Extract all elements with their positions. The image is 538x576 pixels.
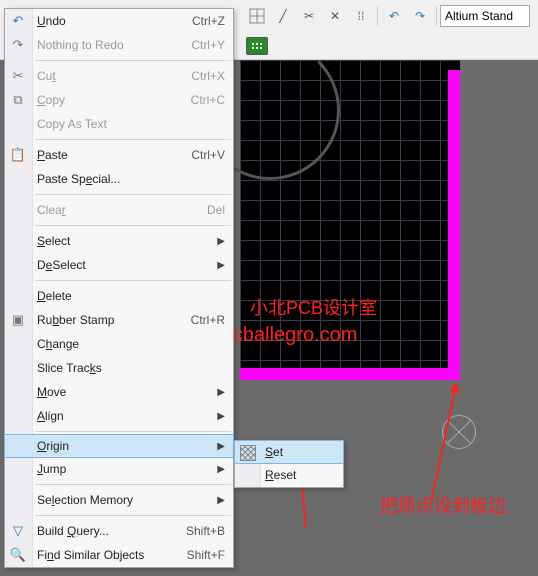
toolbar-row-1: ╱ ✂ ✕ ⁞⁞ ↶ ↷ Altium Stand bbox=[240, 2, 538, 30]
menu-label: Copy bbox=[37, 93, 191, 107]
menu-delete[interactable]: Delete bbox=[5, 284, 233, 308]
menu-paste-special[interactable]: Paste Special... bbox=[5, 167, 233, 191]
menu-label: Origin bbox=[37, 439, 211, 453]
menu-separator bbox=[35, 139, 231, 140]
menu-label: Select bbox=[37, 234, 211, 248]
menu-build-query[interactable]: ▽ Build Query... Shift+B bbox=[5, 519, 233, 543]
edit-context-menu: ↶ Undo Ctrl+Z ↷ Nothing to Redo Ctrl+Y ✂… bbox=[4, 8, 234, 568]
menu-label: Rubber Stamp bbox=[37, 313, 191, 327]
cross-tool-icon[interactable]: ✕ bbox=[323, 4, 347, 28]
menu-label: Cut bbox=[37, 69, 191, 83]
menu-label: Paste bbox=[37, 148, 191, 162]
pcb-outline-right bbox=[448, 70, 460, 380]
menu-origin[interactable]: Origin ▶ bbox=[4, 434, 234, 458]
dots-tool-icon[interactable]: ⁞⁞ bbox=[349, 4, 373, 28]
undo-icon[interactable]: ↶ bbox=[382, 4, 406, 28]
submenu-arrow-icon: ▶ bbox=[211, 236, 225, 247]
menu-slice-tracks[interactable]: Slice Tracks bbox=[5, 356, 233, 380]
menu-select[interactable]: Select ▶ bbox=[5, 229, 233, 253]
menu-shortcut: Ctrl+Y bbox=[191, 38, 225, 52]
menu-label: Set bbox=[265, 445, 335, 459]
menu-label: DeSelect bbox=[37, 258, 211, 272]
menu-clear[interactable]: Clear Del bbox=[5, 198, 233, 222]
style-combo[interactable]: Altium Stand bbox=[440, 5, 530, 27]
menu-shortcut: Del bbox=[207, 203, 225, 217]
funnel-icon: ▽ bbox=[9, 522, 27, 540]
menu-shortcut: Ctrl+V bbox=[191, 148, 225, 162]
menu-undo[interactable]: ↶ Undo Ctrl+Z bbox=[5, 9, 233, 33]
stamp-icon: ▣ bbox=[9, 311, 27, 329]
pcb-outline-bottom bbox=[240, 368, 460, 380]
menu-shortcut: Shift+B bbox=[186, 524, 225, 538]
menu-rubber-stamp[interactable]: ▣ Rubber Stamp Ctrl+R bbox=[5, 308, 233, 332]
menu-label: Move bbox=[37, 385, 211, 399]
menu-shortcut: Shift+F bbox=[187, 548, 225, 562]
copy-icon: ⧉ bbox=[9, 91, 27, 109]
submenu-arrow-icon: ▶ bbox=[211, 441, 225, 452]
redo-icon[interactable]: ↷ bbox=[408, 4, 432, 28]
menu-deselect[interactable]: DeSelect ▶ bbox=[5, 253, 233, 277]
menu-copy-as-text[interactable]: Copy As Text bbox=[5, 112, 233, 136]
menu-change[interactable]: Change bbox=[5, 332, 233, 356]
menu-label: Find Similar Objects bbox=[37, 548, 187, 562]
cut-tool-icon[interactable]: ✂ bbox=[297, 4, 321, 28]
submenu-reset[interactable]: Reset bbox=[235, 463, 343, 487]
menu-copy[interactable]: ⧉ Copy Ctrl+C bbox=[5, 88, 233, 112]
submenu-arrow-icon: ▶ bbox=[211, 464, 225, 475]
menu-label: Paste Special... bbox=[37, 172, 225, 186]
submenu-arrow-icon: ▶ bbox=[211, 495, 225, 506]
menu-separator bbox=[35, 484, 231, 485]
menu-label: Nothing to Redo bbox=[37, 38, 191, 52]
submenu-set[interactable]: Set bbox=[234, 440, 344, 464]
origin-submenu: Set Reset bbox=[234, 440, 344, 488]
menu-separator bbox=[35, 280, 231, 281]
watermark-line1: 小北PCB设计室 bbox=[250, 294, 377, 320]
menu-label: Slice Tracks bbox=[37, 361, 225, 375]
submenu-arrow-icon: ▶ bbox=[211, 387, 225, 398]
line-tool-icon[interactable]: ╱ bbox=[271, 4, 295, 28]
menu-label: Delete bbox=[37, 289, 225, 303]
submenu-arrow-icon: ▶ bbox=[211, 411, 225, 422]
menu-jump[interactable]: Jump ▶ bbox=[5, 457, 233, 481]
toolbar-separator bbox=[377, 6, 378, 26]
menu-label: Selection Memory bbox=[37, 493, 211, 507]
toolbar-label: Altium Stand bbox=[445, 9, 513, 23]
menu-separator bbox=[35, 431, 231, 432]
search-icon: 🔍 bbox=[9, 546, 27, 564]
menu-label: Change bbox=[37, 337, 225, 351]
menu-label: Build Query... bbox=[37, 524, 186, 538]
annotation-text: 把原点设到板边 bbox=[380, 494, 506, 519]
menu-move[interactable]: Move ▶ bbox=[5, 380, 233, 404]
menu-align[interactable]: Align ▶ bbox=[5, 404, 233, 428]
menu-label: Copy As Text bbox=[37, 117, 225, 131]
redo-icon: ↷ bbox=[9, 36, 27, 54]
menu-paste[interactable]: 📋 Paste Ctrl+V bbox=[5, 143, 233, 167]
menu-label: Align bbox=[37, 409, 211, 423]
menu-redo[interactable]: ↷ Nothing to Redo Ctrl+Y bbox=[5, 33, 233, 57]
menu-label: Undo bbox=[37, 14, 192, 28]
menu-label: Clear bbox=[37, 203, 207, 217]
toolbar-separator bbox=[436, 6, 437, 26]
menu-shortcut: Ctrl+C bbox=[191, 93, 225, 107]
menu-separator bbox=[35, 225, 231, 226]
menu-find-similar[interactable]: 🔍 Find Similar Objects Shift+F bbox=[5, 543, 233, 567]
cut-icon: ✂ bbox=[9, 67, 27, 85]
menu-shortcut: Ctrl+Z bbox=[192, 14, 225, 28]
menu-separator bbox=[35, 60, 231, 61]
menu-shortcut: Ctrl+R bbox=[191, 313, 225, 327]
menu-cut[interactable]: ✂ Cut Ctrl+X bbox=[5, 64, 233, 88]
menu-separator bbox=[35, 515, 231, 516]
origin-set-icon bbox=[239, 444, 257, 462]
menu-shortcut: Ctrl+X bbox=[191, 69, 225, 83]
menu-label: Jump bbox=[37, 462, 211, 476]
submenu-arrow-icon: ▶ bbox=[211, 260, 225, 271]
undo-icon: ↶ bbox=[9, 12, 27, 30]
paste-icon: 📋 bbox=[9, 146, 27, 164]
grid-icon[interactable] bbox=[245, 4, 269, 28]
menu-label: Reset bbox=[265, 468, 335, 482]
menu-separator bbox=[35, 194, 231, 195]
menu-selection-memory[interactable]: Selection Memory ▶ bbox=[5, 488, 233, 512]
